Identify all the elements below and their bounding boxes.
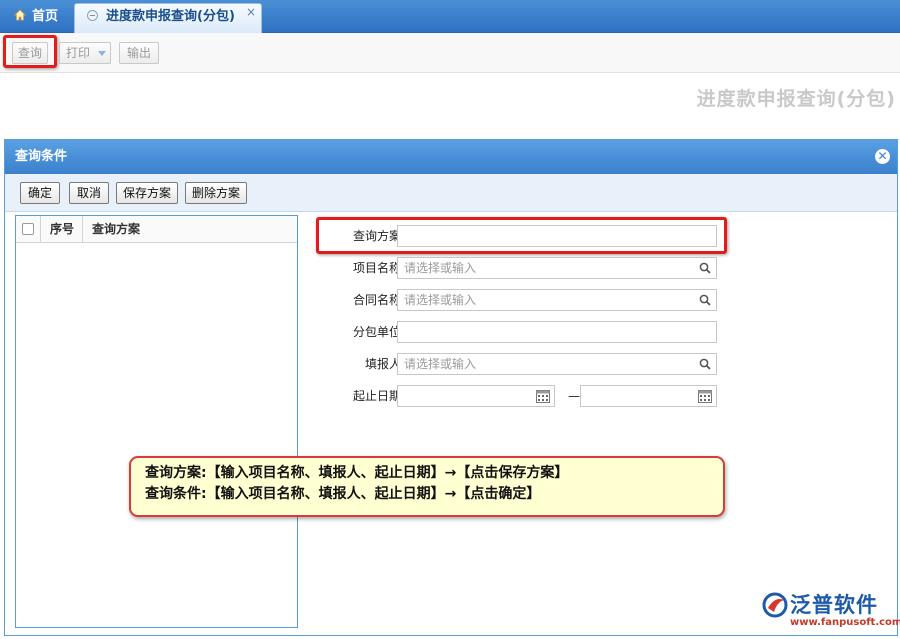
end-date-input[interactable] <box>580 385 717 407</box>
page-title: 进度款申报查询(分包) <box>696 88 896 110</box>
calendar-icon[interactable] <box>698 390 712 403</box>
subcontractor-label: 分包单位: <box>352 325 405 339</box>
tab-active-label: 进度款申报查询(分包) <box>106 9 235 24</box>
chevron-down-icon[interactable] <box>98 51 107 56</box>
fanpu-logo: 泛普软件 www.fanpusoft.com <box>762 590 900 630</box>
logo-name: 泛普软件 <box>790 593 878 617</box>
subcontractor-input[interactable] <box>397 321 717 343</box>
search-icon[interactable] <box>699 358 711 370</box>
print-button-label: 打印 <box>66 46 91 60</box>
callout-line-scheme: 查询方案:【输入项目名称、填报人、起止日期】→【点击保存方案】 <box>145 465 569 481</box>
form-row-contract: 合同名称: 请选择或输入 <box>315 289 725 311</box>
column-divider <box>40 216 41 243</box>
reporter-placeholder: 请选择或输入 <box>404 357 477 371</box>
date-range-label: 起止日期: <box>352 389 405 403</box>
scheme-field-highlight <box>316 217 727 254</box>
logo-url: www.fanpusoft.com <box>790 617 900 628</box>
instruction-callout: 查询方案:【输入项目名称、填报人、起止日期】→【点击保存方案】 查询条件:【输入… <box>129 456 725 517</box>
scheme-list-header: 序号 查询方案 <box>16 216 297 243</box>
confirm-button[interactable]: 确定 <box>20 182 60 204</box>
tab-home[interactable]: 首页 <box>6 3 74 30</box>
reporter-label: 填报人: <box>364 357 405 371</box>
contract-name-input[interactable]: 请选择或输入 <box>397 289 717 311</box>
scheme-list[interactable]: 序号 查询方案 <box>15 215 298 628</box>
close-icon[interactable]: ✕ <box>875 149 890 164</box>
column-header-index: 序号 <box>50 222 75 236</box>
project-label: 项目名称: <box>352 261 405 275</box>
form-row-project: 项目名称: 请选择或输入 <box>315 257 725 279</box>
query-button-highlight <box>3 35 57 68</box>
reporter-input[interactable]: 请选择或输入 <box>397 353 717 375</box>
column-header-scheme: 查询方案 <box>92 222 141 236</box>
print-button[interactable]: 打印 <box>59 42 111 64</box>
contract-label: 合同名称: <box>352 293 405 307</box>
select-all-checkbox[interactable] <box>22 223 34 235</box>
dialog-button-bar: 确定 取消 保存方案 删除方案 <box>5 174 897 212</box>
toolbar: 查询 打印 输出 <box>0 33 900 73</box>
form-row-subcontractor: 分包单位: <box>315 321 725 343</box>
form-row-reporter: 填报人: 请选择或输入 <box>315 353 725 375</box>
home-icon <box>14 9 26 21</box>
fanpu-logo-icon <box>762 592 788 618</box>
tab-bar: 首页 进度款申报查询(分包) × <box>0 0 900 33</box>
export-button[interactable]: 输出 <box>119 42 159 64</box>
start-date-input[interactable] <box>397 385 555 407</box>
calendar-icon[interactable] <box>536 390 550 403</box>
tab-page-icon <box>87 10 98 21</box>
project-placeholder: 请选择或输入 <box>404 261 477 275</box>
search-icon[interactable] <box>699 262 711 274</box>
column-divider <box>82 216 83 243</box>
save-scheme-button[interactable]: 保存方案 <box>116 182 178 204</box>
query-conditions-dialog: 查询条件 ✕ 确定 取消 保存方案 删除方案 序号 查询方案 查询方案: 项目名… <box>4 139 898 636</box>
form-row-date-range: 起止日期: — <box>315 385 725 407</box>
contract-placeholder: 请选择或输入 <box>404 293 477 307</box>
delete-scheme-button[interactable]: 删除方案 <box>185 182 247 204</box>
dialog-header: 查询条件 ✕ <box>5 140 897 174</box>
cancel-button[interactable]: 取消 <box>69 182 109 204</box>
dialog-title: 查询条件 <box>15 149 68 164</box>
tab-home-label: 首页 <box>32 9 59 24</box>
search-icon[interactable] <box>699 294 711 306</box>
tab-progress-payment-query[interactable]: 进度款申报查询(分包) × <box>74 3 262 33</box>
tab-close-icon[interactable]: × <box>246 4 256 20</box>
callout-line-conditions: 查询条件:【输入项目名称、填报人、起止日期】→【点击确定】 <box>145 486 541 502</box>
date-range-separator: — <box>568 389 580 403</box>
project-name-input[interactable]: 请选择或输入 <box>397 257 717 279</box>
